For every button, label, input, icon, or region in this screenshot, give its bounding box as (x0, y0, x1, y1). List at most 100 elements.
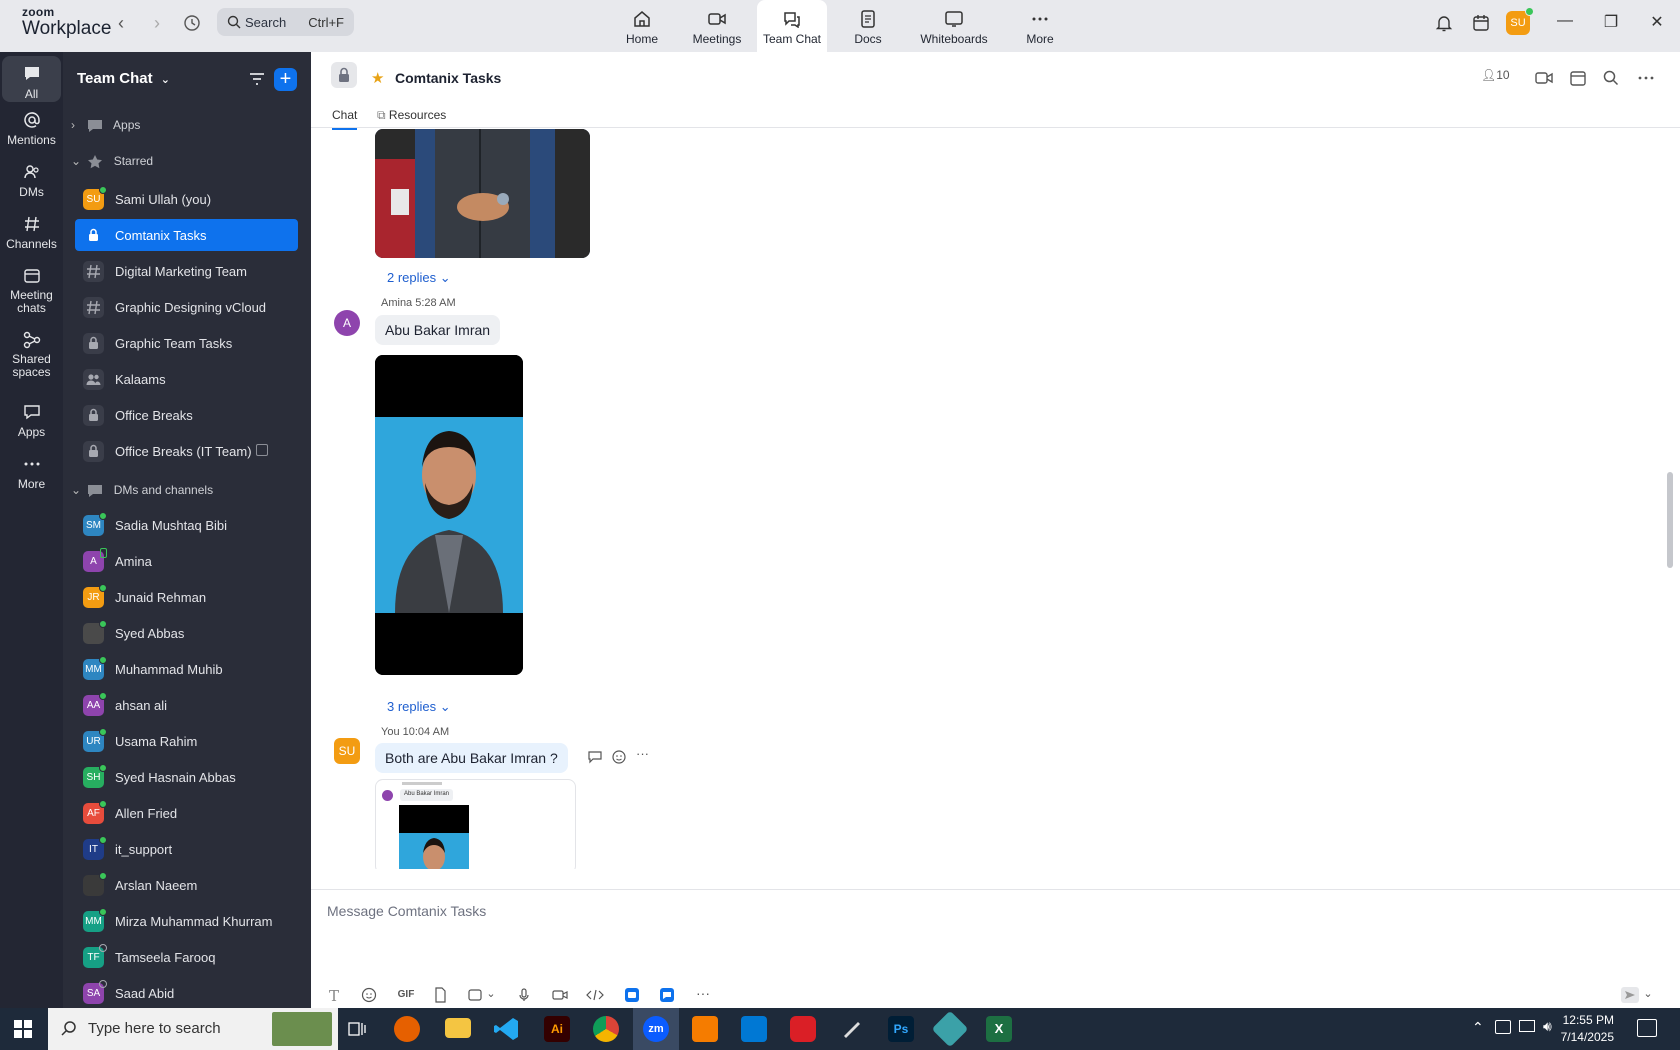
message-author[interactable]: Amina (381, 297, 412, 309)
more-icon[interactable]: ··· (694, 986, 712, 1003)
channel-title[interactable]: Comtanix Tasks (395, 70, 501, 86)
sidebar-channel[interactable]: Digital Marketing Team (75, 255, 298, 287)
rail-meeting-chats[interactable]: Meeting chats (2, 264, 61, 315)
code-icon[interactable] (586, 987, 604, 1003)
message-image[interactable] (375, 129, 590, 258)
sidebar-item[interactable]: A Amina (75, 545, 298, 577)
emoji-icon[interactable] (360, 987, 378, 1003)
sidebar-channel[interactable]: Kalaams (75, 363, 298, 395)
screenshot-icon[interactable] (466, 987, 484, 1003)
tray-network-icon[interactable] (1495, 1020, 1511, 1034)
rail-apps[interactable]: Apps (2, 400, 61, 439)
excel-icon[interactable]: X (986, 1016, 1012, 1042)
star-icon[interactable]: ★ (371, 69, 384, 87)
tray-monitor-icon[interactable] (1519, 1020, 1535, 1032)
sidebar-item[interactable]: SM Sadia Mushtaq Bibi (75, 509, 298, 541)
sidebar-item[interactable]: SU Sami Ullah (you) (75, 183, 298, 215)
more-icon[interactable] (1636, 68, 1656, 88)
sidebar-item[interactable]: AA ahsan ali (75, 689, 298, 721)
avatar[interactable]: A (334, 310, 360, 336)
illustrator-icon[interactable]: Ai (544, 1016, 570, 1042)
section-apps[interactable]: › Apps (71, 118, 140, 133)
tab-resources[interactable]: ⧉ Resources (377, 108, 446, 123)
sidebar-item[interactable]: SH Syed Hasnain Abbas (75, 761, 298, 793)
quoted-screenshot[interactable]: Abu Bakar Imran (375, 779, 576, 869)
rail-dms[interactable]: DMs (2, 160, 61, 199)
sidebar-item[interactable]: UR Usama Rahim (75, 725, 298, 757)
replies-link[interactable]: 2 replies ⌄ (387, 270, 451, 286)
sidebar-item[interactable]: SA Saad Abid (75, 977, 298, 1009)
sidebar-item[interactable]: Syed Abbas (75, 617, 298, 649)
section-starred[interactable]: ⌄ Starred (71, 154, 153, 169)
tab-docs[interactable]: Docs (846, 0, 890, 52)
user-avatar[interactable]: SU (1506, 7, 1534, 35)
sidebar-item[interactable]: MM Mirza Muhammad Khurram (75, 905, 298, 937)
video-message-icon[interactable] (551, 987, 569, 1003)
calendar-app-icon[interactable] (1471, 13, 1491, 33)
message-author[interactable]: You (381, 726, 400, 738)
replies-link[interactable]: 3 replies ⌄ (387, 699, 451, 715)
app-icon-1[interactable] (623, 987, 641, 1003)
video-icon[interactable] (1534, 68, 1554, 88)
gif-icon[interactable]: GIF (395, 987, 417, 1003)
chrome-icon[interactable] (593, 1016, 619, 1042)
history-icon[interactable] (181, 12, 203, 34)
windows-start-icon[interactable] (14, 1020, 32, 1038)
emoji-reaction-icon[interactable] (611, 749, 627, 765)
sidebar-item[interactable]: MM Muhammad Muhib (75, 653, 298, 685)
send-icon[interactable] (1621, 987, 1639, 1003)
sidebar-channel[interactable]: Office Breaks (75, 399, 298, 431)
chevron-down-icon[interactable]: ⌄ (486, 987, 496, 1003)
file-explorer-icon[interactable] (445, 1018, 471, 1038)
sidebar-channel[interactable]: Office Breaks (IT Team) (75, 435, 298, 467)
vscode-icon[interactable] (494, 1016, 520, 1042)
back-arrow-icon[interactable]: ‹ (110, 12, 132, 34)
sidebar-title[interactable]: Team Chat ⌄ (77, 70, 170, 87)
message-more-icon[interactable]: ··· (636, 746, 649, 761)
scrollbar[interactable] (1667, 472, 1673, 568)
calendar-icon[interactable] (1568, 68, 1588, 88)
rail-mentions[interactable]: Mentions (2, 108, 61, 147)
tab-team-chat[interactable]: Team Chat (757, 0, 827, 52)
tab-meetings[interactable]: Meetings (688, 0, 746, 52)
app-icon-2[interactable] (658, 987, 676, 1003)
tab-more[interactable]: More (1020, 0, 1060, 52)
send-options-chevron-icon[interactable]: ⌄ (1643, 987, 1653, 1003)
message-input[interactable]: Message Comtanix Tasks (327, 903, 486, 919)
search-icon[interactable] (1601, 68, 1621, 88)
xampp-icon[interactable] (692, 1016, 718, 1042)
file-icon[interactable] (431, 987, 449, 1003)
avatar[interactable]: SU (334, 738, 360, 764)
reply-icon[interactable] (587, 749, 603, 765)
zoom-taskbar-button[interactable]: zm (633, 1008, 679, 1050)
sidebar-item[interactable]: Arslan Naeem (75, 869, 298, 901)
tray-volume-icon[interactable]: 🔊︎ (1543, 1018, 1552, 1035)
search-box[interactable]: Search Ctrl+F (217, 8, 354, 36)
new-chat-button[interactable]: + (274, 68, 297, 91)
rail-more[interactable]: More (2, 452, 61, 491)
taskbar-clock[interactable]: 12:55 PM 7/14/2025 (1561, 1012, 1614, 1046)
rail-channels[interactable]: Channels (2, 212, 61, 251)
rail-all[interactable]: All (2, 56, 61, 102)
tab-home[interactable]: Home (618, 0, 666, 52)
forward-arrow-icon[interactable]: › (146, 12, 168, 34)
sidebar-item[interactable]: IT it_support (75, 833, 298, 865)
microphone-icon[interactable] (515, 987, 533, 1003)
sidebar-item[interactable]: JR Junaid Rehman (75, 581, 298, 613)
tray-chevron-icon[interactable]: ⌃ (1472, 1019, 1484, 1036)
firefox-icon[interactable] (394, 1016, 420, 1042)
bell-icon[interactable] (1434, 13, 1454, 33)
app-diamond-icon[interactable] (931, 1010, 969, 1048)
rail-shared-spaces[interactable]: Shared spaces (2, 328, 61, 379)
photoshop-icon[interactable]: Ps (888, 1016, 914, 1042)
notification-icon[interactable] (1637, 1019, 1657, 1037)
tab-whiteboards[interactable]: Whiteboards (916, 0, 992, 52)
sidebar-item[interactable]: AF Allen Fried (75, 797, 298, 829)
minimize-icon[interactable]: — (1553, 12, 1577, 32)
creative-cloud-icon[interactable] (790, 1016, 816, 1042)
section-dms[interactable]: ⌄ DMs and channels (71, 483, 213, 498)
taskbar-search[interactable]: Type here to search (48, 1008, 338, 1050)
outlook-icon[interactable] (741, 1016, 767, 1042)
sidebar-item[interactable]: TF Tamseela Farooq (75, 941, 298, 973)
text-format-icon[interactable]: T (325, 987, 343, 1005)
